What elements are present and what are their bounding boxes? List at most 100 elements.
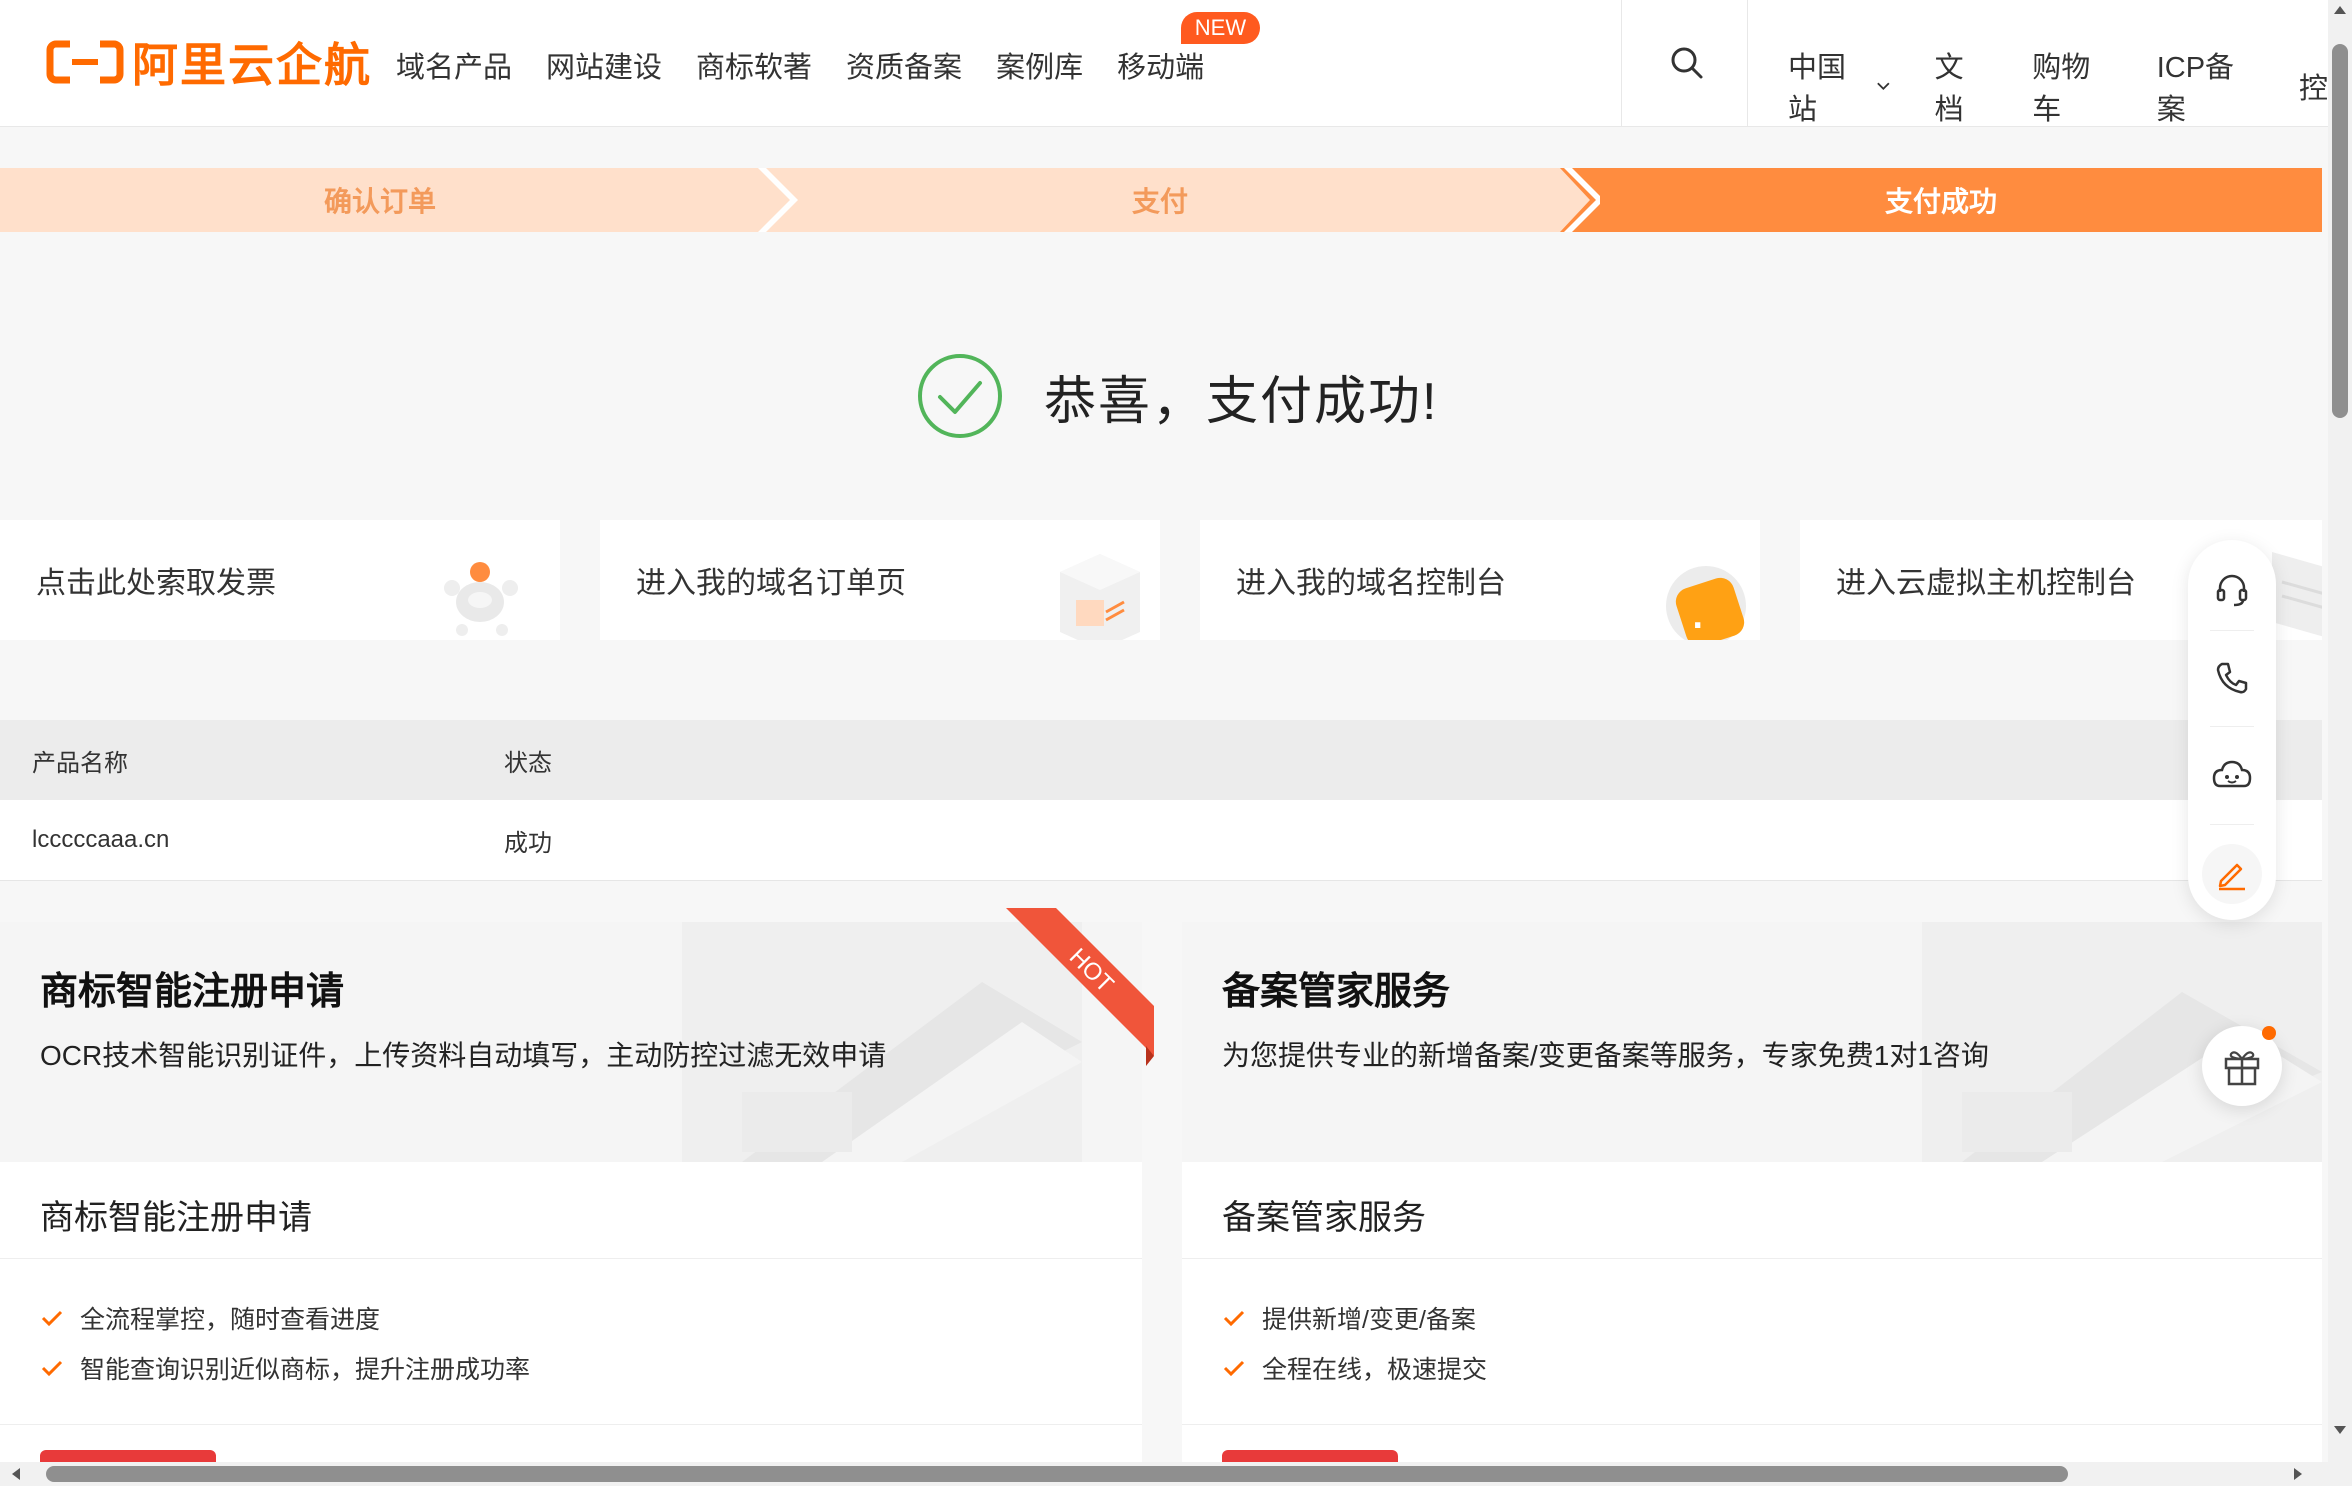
promo-product-name: 备案管家服务 xyxy=(1222,1199,1426,1237)
cart-link[interactable]: 购物车 xyxy=(2032,44,2112,128)
console-link-cut[interactable]: 控 xyxy=(2299,65,2328,107)
scroll-corner xyxy=(2328,1462,2352,1486)
horizontal-scrollbar[interactable] xyxy=(0,1462,2328,1486)
table-row: lcccccaaa.cn 成功 xyxy=(0,800,2322,881)
new-badge: NEW xyxy=(1180,12,1261,44)
phone-button[interactable] xyxy=(2202,648,2262,708)
floating-toolbar xyxy=(2188,540,2276,920)
feature-text: 全流程掌控，随时查看进度 xyxy=(80,1306,381,1334)
feature-item: 全流程掌控，随时查看进度 xyxy=(40,1300,380,1336)
brand-name: 阿里云企航 xyxy=(132,38,372,92)
order-steps: 确认订单 支付 支付成功 xyxy=(0,168,2322,232)
nav-item-domain[interactable]: 域名产品 xyxy=(396,44,512,86)
promo-card-icp: 备案管家服务 为您提供专业的新增备案/变更备案等服务，专家免费1对1咨询 备案管… xyxy=(1182,922,2322,1486)
promo-title: 备案管家服务 xyxy=(1222,971,1451,1013)
header-divider xyxy=(1747,0,1748,126)
promo-card-banner: 商标智能注册申请 OCR技术智能识别证件，上传资料自动填写，主动防控过滤无效申请 xyxy=(0,922,1142,1162)
quick-link-domain-console[interactable]: 进入我的域名控制台 . xyxy=(1200,520,1760,640)
icp-link[interactable]: ICP备案 xyxy=(2157,44,2255,128)
feature-text: 全程在线，极速提交 xyxy=(1262,1356,1488,1384)
hot-ribbon: HOT xyxy=(1006,908,1154,1066)
chevron-down-icon xyxy=(1877,82,1890,91)
check-icon xyxy=(1223,1310,1245,1327)
feature-item: 全程在线，极速提交 xyxy=(1222,1350,1487,1386)
main-nav: 域名产品 网站建设 商标软著 资质备案 案例库 移动端 NEW xyxy=(396,12,1261,86)
divider xyxy=(2210,630,2254,631)
cell-product-name: lcccccaaa.cn xyxy=(32,826,170,853)
vertical-scroll-thumb[interactable] xyxy=(2332,44,2348,418)
quick-link-invoice[interactable]: 点击此处索取发票 xyxy=(0,520,560,640)
headset-icon xyxy=(2216,574,2248,607)
chatbot-icon xyxy=(2212,760,2252,788)
cell-status: 成功 xyxy=(504,829,552,857)
nav-item-mobile-label: 移动端 xyxy=(1117,52,1205,84)
phone-icon xyxy=(2216,662,2248,694)
scroll-left-icon[interactable] xyxy=(12,1468,20,1480)
horizontal-scroll-thumb[interactable] xyxy=(46,1466,2068,1482)
svg-text:.: . xyxy=(1692,601,1703,636)
scroll-down-icon[interactable] xyxy=(2334,1426,2346,1434)
step-arrow-icon xyxy=(758,168,798,232)
success-message: 恭喜，支付成功! xyxy=(1044,372,1439,431)
step-payment: 支付 xyxy=(760,168,1560,232)
divider xyxy=(2210,726,2254,727)
nav-item-trademark[interactable]: 商标软著 xyxy=(696,44,812,86)
promo-card-trademark: 商标智能注册申请 OCR技术智能识别证件，上传资料自动填写，主动防控过滤无效申请… xyxy=(0,922,1142,1486)
divider xyxy=(1182,1424,2322,1425)
promo-card-banner: 备案管家服务 为您提供专业的新增备案/变更备案等服务，专家免费1对1咨询 xyxy=(1182,922,2322,1162)
step-confirm-order: 确认订单 xyxy=(0,168,760,232)
gift-button[interactable] xyxy=(2202,1026,2282,1106)
scroll-right-icon[interactable] xyxy=(2294,1468,2302,1480)
nav-item-website[interactable]: 网站建设 xyxy=(546,44,662,86)
quick-link-label: 点击此处索取发票 xyxy=(36,567,276,600)
column-header-product: 产品名称 xyxy=(32,749,128,777)
gift-icon xyxy=(2224,1051,2260,1086)
notification-dot xyxy=(2262,1026,2276,1040)
divider xyxy=(0,1424,1142,1425)
step-payment-success: 支付成功 xyxy=(1560,168,2322,232)
aliyun-logo-icon xyxy=(46,40,124,84)
domain-console-icon: . xyxy=(1666,566,1746,640)
promo-subtitle: 为您提供专业的新增备案/变更备案等服务，专家免费1对1咨询 xyxy=(1222,1040,1989,1071)
header-divider xyxy=(1621,0,1622,126)
top-header: 阿里云企航 域名产品 网站建设 商标软著 资质备案 案例库 移动端 NEW 中国… xyxy=(0,0,2328,127)
feature-text: 提供新增/变更/备案 xyxy=(1262,1306,1476,1334)
feature-item: 智能查询识别近似商标，提升注册成功率 xyxy=(40,1350,530,1386)
site-selector-label: 中国站 xyxy=(1788,52,1847,126)
check-icon xyxy=(1223,1360,1245,1377)
check-icon xyxy=(41,1360,63,1377)
divider xyxy=(0,1258,1142,1259)
right-nav: 中国站 文档 购物车 ICP备案 控 xyxy=(1788,44,2328,128)
divider xyxy=(1182,1258,2322,1259)
nav-item-cases[interactable]: 案例库 xyxy=(996,44,1083,86)
feature-text: 智能查询识别近似商标，提升注册成功率 xyxy=(80,1356,531,1384)
customer-service-button[interactable] xyxy=(2202,560,2262,620)
divider xyxy=(2210,824,2254,825)
promo-product-name: 商标智能注册申请 xyxy=(40,1199,312,1237)
edit-pencil-icon xyxy=(2218,863,2245,891)
promo-subtitle: OCR技术智能识别证件，上传资料自动填写，主动防控过滤无效申请 xyxy=(40,1040,887,1071)
robot-mascot-icon xyxy=(444,562,518,636)
nav-item-mobile[interactable]: 移动端 NEW xyxy=(1117,12,1261,86)
quick-link-label: 进入云虚拟主机控制台 xyxy=(1836,567,2136,600)
assistant-button[interactable] xyxy=(2202,746,2262,806)
quick-link-label: 进入我的域名订单页 xyxy=(636,567,906,600)
document-stack-icon xyxy=(1060,554,1140,640)
check-icon xyxy=(41,1310,63,1327)
brand-logo[interactable]: 阿里云企航 xyxy=(46,36,372,92)
scroll-up-icon[interactable] xyxy=(2334,6,2346,14)
promo-title: 商标智能注册申请 xyxy=(40,971,345,1013)
search-icon[interactable] xyxy=(1670,46,1704,80)
order-table-header: 产品名称 状态 xyxy=(0,720,2322,800)
column-header-status: 状态 xyxy=(504,749,552,777)
feedback-button[interactable] xyxy=(2202,844,2262,904)
check-circle-icon xyxy=(918,354,1002,438)
quick-link-label: 进入我的域名控制台 xyxy=(1236,567,1506,600)
docs-link[interactable]: 文档 xyxy=(1935,44,1989,128)
site-selector[interactable]: 中国站 xyxy=(1788,44,1891,128)
quick-link-domain-orders[interactable]: 进入我的域名订单页 xyxy=(600,520,1160,640)
vertical-scrollbar[interactable] xyxy=(2328,0,2352,1462)
nav-item-qualification[interactable]: 资质备案 xyxy=(846,44,962,86)
payment-success-banner: 恭喜，支付成功! xyxy=(916,352,1438,440)
step-arrow-icon xyxy=(1560,168,1600,232)
